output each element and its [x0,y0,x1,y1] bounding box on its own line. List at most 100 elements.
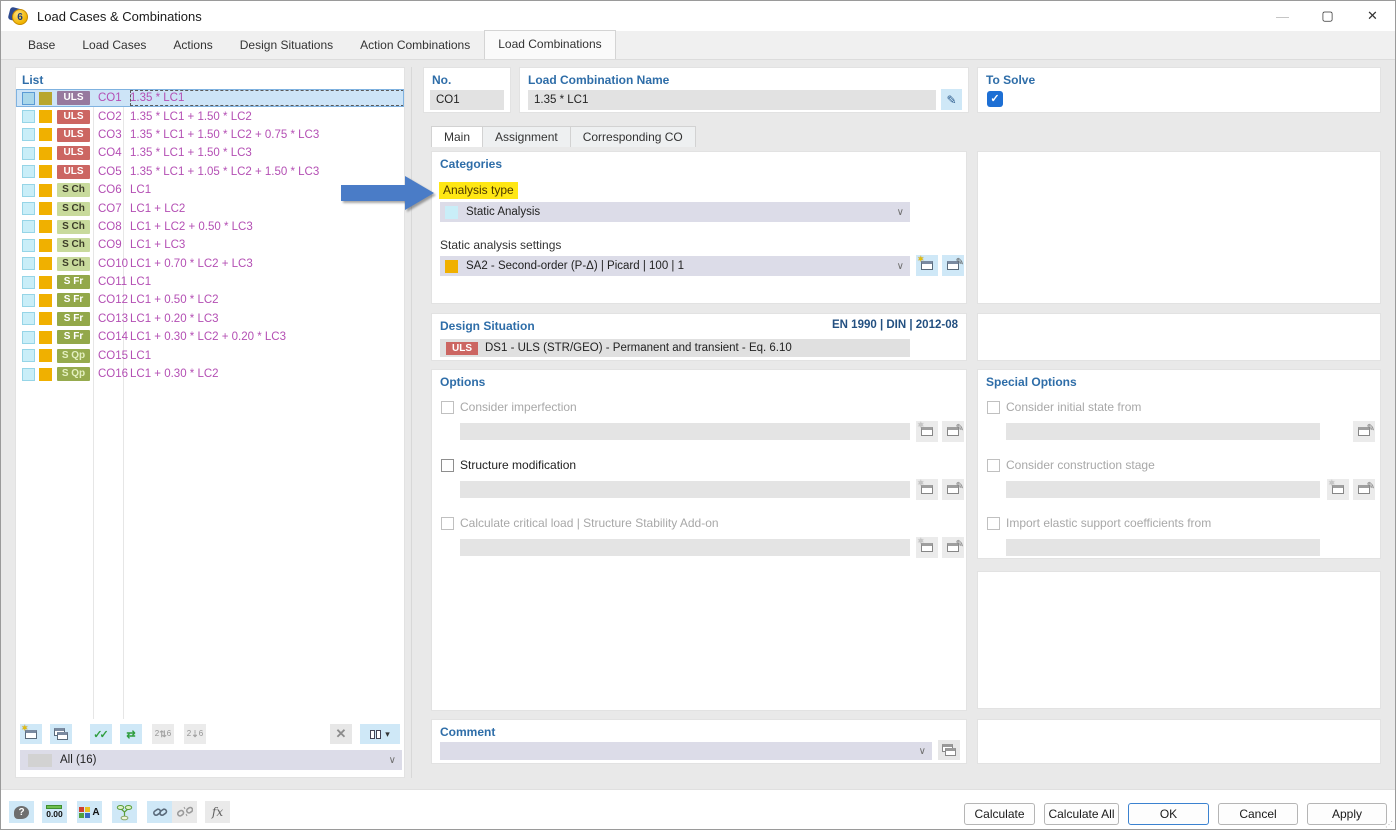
co-name-panel: Load Combination Name 1.35 * LC1 ✎ [519,67,969,113]
invert-selection-button[interactable]: ⇄ [120,724,142,744]
delete-co-button[interactable]: ✕ [330,724,352,744]
link-button[interactable] [147,801,172,823]
static-settings-label: Static analysis settings [440,238,562,252]
consider-initial-state-checkbox[interactable] [987,401,1000,414]
co-formula: LC1 + 0.20 * LC3 [130,312,219,325]
design-situation-title: Design Situation [440,319,535,333]
close-button[interactable]: ✕ [1350,1,1395,31]
co-number: CO6 [98,184,122,197]
analysis-type-swatch [445,205,458,219]
filter-swatch [28,753,52,767]
design-situation-field[interactable]: ULS DS1 - ULS (STR/GEO) - Permanent and … [440,339,910,357]
color-swatch [39,128,52,142]
resize-grip[interactable]: ⋰ [1385,821,1393,829]
maximize-button[interactable]: ▢ [1305,1,1350,31]
list-item[interactable]: ULS CO4 1.35 * LC1 + 1.50 * LC3 [16,144,404,162]
formula-button[interactable]: fx [205,801,230,823]
to-solve-checkbox[interactable]: ✓ [987,91,1003,107]
title-bar[interactable]: 6 Load Cases & Combinations — ▢ ✕ [1,1,1395,31]
calculate-button[interactable]: Calculate [964,803,1035,825]
panel-splitter[interactable] [411,67,412,778]
standard-label: EN 1990 | DIN | 2012-08 [832,319,958,331]
edit-imperfection-button[interactable]: ✎ [942,421,964,442]
edit-settings-button[interactable]: ✎ [942,255,964,276]
new-imperfection-button[interactable]: ✶ [916,420,938,442]
renumber-gaps-button[interactable]: 2 ⇣ 6 [184,724,206,744]
co-formula: LC1 [130,349,152,362]
minimize-button[interactable]: — [1260,1,1305,31]
list-item[interactable]: S Ch CO9 LC1 + LC3 [16,236,404,254]
tab-load-cases[interactable]: Load Cases [69,32,159,59]
solve-swatch [22,146,35,160]
list-item[interactable]: ULS CO2 1.35 * LC1 + 1.50 * LC2 [16,107,404,125]
display-settings-button[interactable]: A [77,801,102,823]
subtab-corresponding-co[interactable]: Corresponding CO [570,126,696,147]
cancel-button[interactable]: Cancel [1218,803,1298,825]
tab-design-situations[interactable]: Design Situations [227,32,346,59]
new-construction-stage-button[interactable]: ✶ [1327,478,1349,500]
subtab-main[interactable]: Main [431,126,484,147]
main-tab-bar: Base Load Cases Actions Design Situation… [1,30,1395,60]
list-item[interactable]: ULS CO1 1.35 * LC1 [16,89,404,108]
structure-modification-checkbox[interactable] [441,459,454,472]
edit-critical-load-button[interactable]: ✎ [942,537,964,558]
color-swatch [39,330,52,344]
comment-dropdown[interactable]: ∨ [440,742,932,760]
new-critical-load-button[interactable]: ✶ [916,536,938,558]
calculate-critical-load-label: Calculate critical load | Structure Stab… [460,516,719,530]
analysis-type-dropdown[interactable]: Static Analysis ∨ [440,202,910,222]
list-item[interactable]: S Fr CO12 LC1 + 0.50 * LC2 [16,291,404,309]
unlink-button[interactable] [172,801,197,823]
tab-action-combinations[interactable]: Action Combinations [347,32,483,59]
subtab-assignment[interactable]: Assignment [483,126,571,147]
list-item[interactable]: S Fr CO14 LC1 + 0.30 * LC2 + 0.20 * LC3 [16,328,404,346]
edit-construction-stage-button[interactable]: ✎ [1353,479,1375,500]
list-item[interactable]: S Qp CO15 LC1 [16,346,404,364]
dropdown-arrow-icon: ▾ [385,728,390,739]
units-settings-button[interactable]: 0.00 [42,801,67,823]
rename-button[interactable]: ✎ [941,89,962,110]
columns-view-button[interactable]: ▾ [360,724,400,744]
calculate-critical-load-checkbox[interactable] [441,517,454,530]
copy-comment-button[interactable] [938,740,960,760]
new-co-button[interactable]: ✶ [20,723,42,744]
check-all-button[interactable]: ✓ ✓ [90,724,112,744]
list-item[interactable]: S Qp CO16 LC1 + 0.30 * LC2 [16,365,404,383]
solve-swatch [22,293,35,307]
list-item[interactable]: S Ch CO8 LC1 + LC2 + 0.50 * LC3 [16,218,404,236]
consider-construction-stage-checkbox[interactable] [987,459,1000,472]
import-elastic-support-checkbox[interactable] [987,517,1000,530]
name-field[interactable]: 1.35 * LC1 [528,90,936,110]
copy-co-button[interactable] [50,724,72,744]
critical-load-field [460,539,910,556]
tab-base[interactable]: Base [15,32,68,59]
color-swatch [39,349,52,363]
co-number: CO11 [98,276,128,289]
renumber-button[interactable]: 2 ⇅ 6 [152,724,174,744]
calculate-all-button[interactable]: Calculate All [1044,803,1119,825]
comment-panel: Comment ∨ [431,719,967,764]
list-filter-dropdown[interactable]: All (16) ∨ [20,750,402,770]
edit-structure-modification-button[interactable]: ✎ [942,479,964,500]
help-button[interactable]: ? [9,801,34,823]
new-structure-modification-button[interactable]: ✶ [916,478,938,500]
solve-swatch [22,312,35,326]
list-item[interactable]: S Ch CO10 LC1 + 0.70 * LC2 + LC3 [16,255,404,273]
model-tree-button[interactable] [112,801,137,823]
color-swatch [39,183,52,197]
edit-initial-state-button[interactable]: ✎ [1353,421,1375,442]
new-settings-button[interactable]: ✶ [916,254,938,276]
apply-button[interactable]: Apply [1307,803,1387,825]
annotation-arrow [341,176,434,210]
consider-imperfection-checkbox[interactable] [441,401,454,414]
list-item[interactable]: S Fr CO13 LC1 + 0.20 * LC3 [16,310,404,328]
solve-swatch [22,238,35,252]
list-item[interactable]: S Fr CO11 LC1 [16,273,404,291]
static-settings-dropdown[interactable]: SA2 - Second-order (P-Δ) | Picard | 100 … [440,256,910,276]
tab-actions[interactable]: Actions [160,32,225,59]
list-item[interactable]: ULS CO3 1.35 * LC1 + 1.50 * LC2 + 0.75 *… [16,126,404,144]
ok-button[interactable]: OK [1128,803,1209,825]
co-number: CO12 [98,294,129,307]
tab-load-combinations[interactable]: Load Combinations [484,30,616,59]
color-swatch [39,367,52,381]
